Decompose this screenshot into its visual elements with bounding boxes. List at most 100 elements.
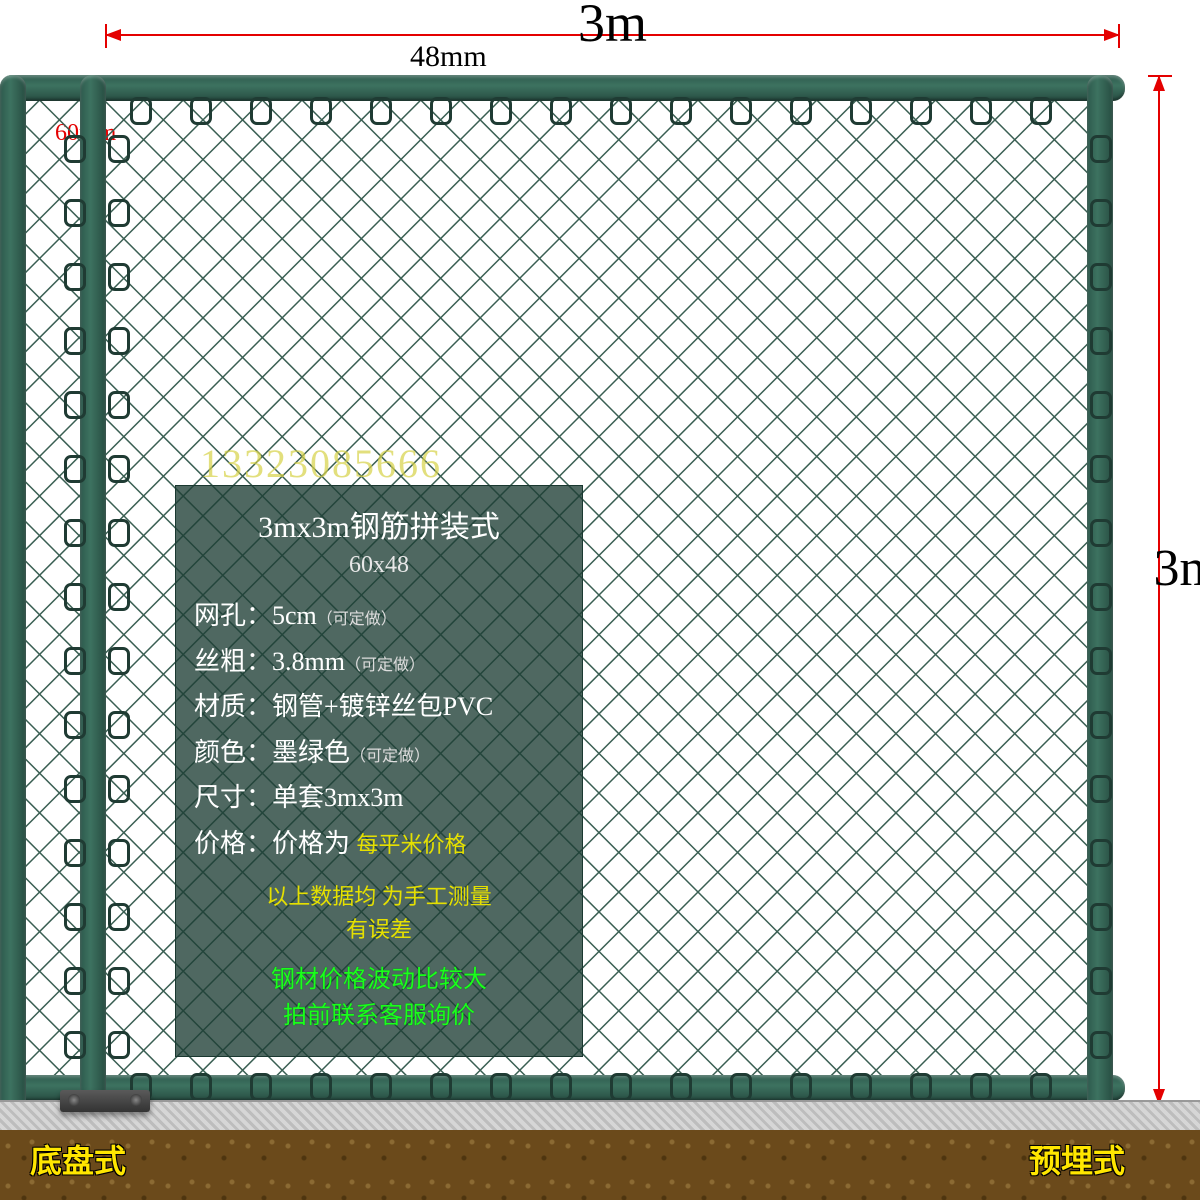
spec-highlight: 每平米价格: [357, 832, 467, 857]
mesh-clip: [1030, 1073, 1052, 1101]
mesh-clip: [108, 1031, 130, 1059]
mesh-clip: [108, 455, 130, 483]
spec-key: 材质：: [194, 684, 272, 730]
mesh-clip: [370, 1073, 392, 1101]
mesh-clip: [490, 1073, 512, 1101]
mesh-clip: [64, 135, 86, 163]
ground-section: [0, 1100, 1200, 1200]
spec-key: 颜色：: [194, 730, 272, 776]
spec-value: 5cm: [272, 601, 317, 630]
mesh-clip: [670, 97, 692, 125]
mesh-clip: [64, 583, 86, 611]
spec-key: 丝粗：: [194, 639, 272, 685]
base-type-right-label: 预埋式: [1029, 1136, 1125, 1182]
concrete-layer: [0, 1100, 1200, 1134]
spec-row: 材质：钢管+镀锌丝包PVC: [194, 684, 564, 730]
mesh-clip: [250, 1073, 272, 1101]
mesh-clip: [64, 199, 86, 227]
mesh-clip: [108, 135, 130, 163]
mesh-clip: [1090, 263, 1112, 291]
mesh-clip: [64, 967, 86, 995]
spec-note-inline: （可定做）: [350, 748, 430, 765]
mesh-clip: [610, 1073, 632, 1101]
mesh-clip: [970, 1073, 992, 1101]
mesh-clip: [64, 519, 86, 547]
mesh-clip: [64, 647, 86, 675]
spec-key: 尺寸：: [194, 775, 272, 821]
mesh-clip: [250, 97, 272, 125]
mesh-clip: [108, 647, 130, 675]
mesh-clip: [970, 97, 992, 125]
mesh-clip: [1090, 775, 1112, 803]
dimension-width-label: 3m: [105, 0, 1120, 54]
mesh-clip: [1090, 711, 1112, 739]
mesh-clip: [64, 1031, 86, 1059]
spec-subtitle: 60x48: [194, 552, 564, 579]
mesh-clip: [1090, 199, 1112, 227]
mesh-clip: [1090, 583, 1112, 611]
mesh-clip: [108, 583, 130, 611]
mesh-clip: [490, 97, 512, 125]
mesh-clip: [430, 97, 452, 125]
watermark-phone: 13323085666: [200, 440, 442, 487]
mesh-clip: [1090, 327, 1112, 355]
mesh-clip: [430, 1073, 452, 1101]
spec-row: 网孔：5cm（可定做）: [194, 593, 564, 639]
spec-title: 3mx3m钢筋拼装式: [194, 502, 564, 546]
mesh-clip: [64, 775, 86, 803]
mesh-clip: [1090, 903, 1112, 931]
spec-panel: 3mx3m钢筋拼装式 60x48 网孔：5cm（可定做）丝粗：3.8mm（可定做…: [175, 485, 583, 1057]
mesh-clip: [64, 903, 86, 931]
mesh-clip: [1090, 647, 1112, 675]
mesh-clip: [850, 97, 872, 125]
mesh-clip: [108, 711, 130, 739]
spec-key: 网孔：: [194, 593, 272, 639]
mesh-clip: [1090, 455, 1112, 483]
mesh-clip: [1090, 519, 1112, 547]
mesh-clip: [64, 327, 86, 355]
mesh-clip: [108, 839, 130, 867]
mesh-clip: [64, 391, 86, 419]
soil-layer: [0, 1130, 1200, 1200]
mesh-clip: [370, 97, 392, 125]
mesh-clip: [610, 97, 632, 125]
mesh-clip: [310, 1073, 332, 1101]
dimension-height-label: 3m: [1154, 539, 1200, 598]
spec-value: 钢管+镀锌丝包PVC: [272, 692, 493, 721]
mesh-clip: [910, 97, 932, 125]
mesh-clip: [108, 967, 130, 995]
dimension-height: 3m: [1130, 75, 1190, 1105]
spec-measurement-note: 以上数据均 为手工测量有误差: [194, 880, 564, 946]
spec-row: 尺寸：单套3mx3m: [194, 775, 564, 821]
spec-price-warning: 钢材价格波动比较大拍前联系客服询价: [194, 962, 564, 1034]
mesh-clip: [730, 97, 752, 125]
mesh-clip: [130, 97, 152, 125]
spec-value: 价格为: [272, 829, 350, 858]
mesh-clip: [910, 1073, 932, 1101]
spec-value: 3.8mm: [272, 647, 345, 676]
mesh-clip: [730, 1073, 752, 1101]
spec-note-inline: （可定做）: [345, 657, 425, 674]
mesh-clip: [108, 519, 130, 547]
pipe-diameter-top-label: 48mm: [410, 40, 487, 74]
mesh-clip: [108, 391, 130, 419]
spec-row: 丝粗：3.8mm（可定做）: [194, 639, 564, 685]
mesh-clip: [64, 263, 86, 291]
mesh-clip: [108, 327, 130, 355]
mesh-clip: [1090, 839, 1112, 867]
mesh-clip: [1090, 1031, 1112, 1059]
mesh-clip: [108, 775, 130, 803]
spec-row: 价格：价格为 每平米价格: [194, 821, 564, 867]
mesh-clip: [850, 1073, 872, 1101]
mesh-clip: [108, 903, 130, 931]
mesh-clip: [1090, 967, 1112, 995]
spec-key: 价格：: [194, 821, 272, 867]
mesh-clip: [670, 1073, 692, 1101]
base-plate-icon: [60, 1090, 150, 1112]
frame-post-far-left: [0, 75, 26, 1115]
mesh-clip: [550, 97, 572, 125]
mesh-clip: [64, 455, 86, 483]
mesh-clip: [310, 97, 332, 125]
mesh-clip: [1090, 391, 1112, 419]
spec-value: 墨绿色: [272, 738, 350, 767]
